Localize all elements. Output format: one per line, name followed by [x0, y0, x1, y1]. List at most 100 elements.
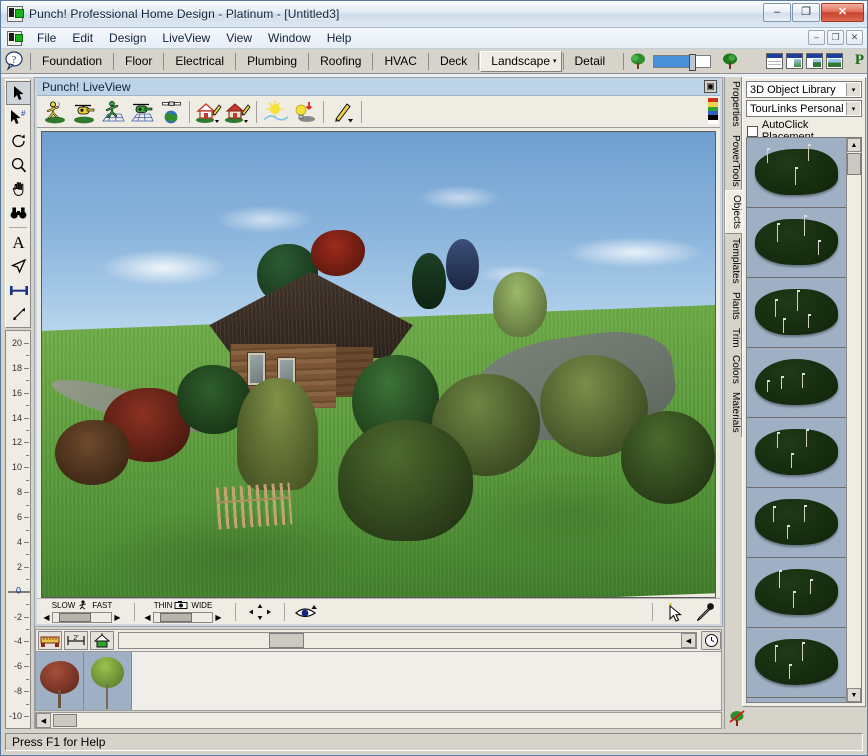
scroll-left-button[interactable]: ◀ — [36, 713, 51, 728]
clock-icon[interactable] — [701, 631, 721, 650]
select-arrow-tool[interactable] — [6, 81, 31, 105]
edit-exterior-icon[interactable] — [194, 98, 223, 126]
arrow-cursor-icon[interactable] — [660, 602, 690, 622]
golf-green-object-2[interactable] — [747, 208, 846, 278]
autoclick-checkbox[interactable] — [747, 125, 758, 137]
elevation-view-icon[interactable] — [806, 53, 823, 69]
rotate-tool[interactable] — [6, 129, 31, 153]
mdi-minimize-button[interactable]: – — [808, 30, 825, 45]
liveview-close-button[interactable]: ▣ — [704, 80, 717, 93]
dimension-tool[interactable] — [6, 278, 31, 302]
tab-plumbing[interactable]: Plumbing — [237, 51, 307, 72]
speed-decrease-button[interactable]: ◀ — [41, 612, 52, 624]
tab-foundation[interactable]: Foundation — [32, 51, 112, 72]
scroll-up-button[interactable]: ▲ — [847, 138, 861, 152]
menu-item-file[interactable]: File — [29, 29, 64, 47]
measure-tool[interactable] — [6, 302, 31, 326]
chevron-down-icon[interactable]: ▾ — [846, 83, 860, 96]
golf-green-object-1[interactable] — [747, 138, 846, 208]
sidebar-item-colors[interactable]: Colors — [725, 351, 742, 389]
ruler-measure-button[interactable] — [38, 631, 62, 650]
minimize-button[interactable]: – — [763, 3, 791, 22]
zoom-tool[interactable] — [6, 153, 31, 177]
speed-slider-thumb[interactable] — [59, 613, 91, 622]
menu-item-design[interactable]: Design — [101, 29, 154, 47]
sidebar-item-materials[interactable]: Materials — [725, 388, 742, 437]
slider-thumb[interactable] — [689, 53, 697, 71]
artificial-light-icon[interactable] — [290, 98, 319, 126]
sidebar-item-plants[interactable]: Plants — [725, 287, 742, 324]
menu-item-window[interactable]: Window — [260, 29, 319, 47]
pointer-flag-tool[interactable] — [6, 254, 31, 278]
walkthrough-icon[interactable] — [40, 98, 69, 126]
tab-landscape[interactable]: Landscape ▾ — [480, 50, 562, 72]
edit-interior-icon[interactable] — [223, 98, 252, 126]
text-tool[interactable]: A — [6, 230, 31, 254]
eye-view-icon[interactable] — [292, 604, 322, 620]
menu-item-edit[interactable]: Edit — [64, 29, 101, 47]
tab-detail[interactable]: Detail — [565, 51, 616, 72]
scrollbar-thumb[interactable] — [269, 633, 304, 648]
liveview-title-bar[interactable]: Punch! LiveView ▣ — [37, 78, 720, 96]
home-elevation-button[interactable] — [90, 631, 114, 650]
object-list-scrollbar[interactable]: ▲ ▼ — [846, 138, 861, 702]
vertical-ruler[interactable]: 20 18 16 14 12 10 8 6 4 2 0 -2 -4 -6 -8 -10 — [5, 330, 31, 729]
split-view-icon[interactable] — [786, 53, 803, 69]
four-way-pan-icon[interactable] — [243, 603, 277, 621]
width-increase-button[interactable]: ▶ — [213, 612, 224, 624]
pencil-edit-icon[interactable] — [328, 98, 357, 126]
plant-panel-scrollbar[interactable]: ◀ — [118, 632, 697, 649]
width-decrease-button[interactable]: ◀ — [142, 612, 153, 624]
binoculars-tool[interactable] — [6, 201, 31, 225]
plant-thumbnail-red-tree[interactable] — [36, 652, 84, 710]
satellite-view-icon[interactable] — [156, 98, 185, 126]
width-slider-thumb[interactable] — [160, 613, 192, 622]
plan-view-icon[interactable] — [766, 53, 783, 69]
tab-deck[interactable]: Deck — [430, 51, 477, 72]
3d-viewport[interactable] — [41, 131, 716, 598]
menu-item-liveview[interactable]: LiveView — [154, 29, 218, 47]
fly-on-grid-icon[interactable] — [127, 98, 156, 126]
tree-icon[interactable] — [721, 52, 739, 70]
menu-item-help[interactable]: Help — [319, 29, 360, 47]
select-grid-tool[interactable]: # — [6, 105, 31, 129]
golf-green-object-4[interactable] — [747, 348, 846, 418]
tree-icon[interactable] — [629, 52, 647, 70]
tab-hvac[interactable]: HVAC — [374, 51, 426, 72]
scroll-down-button[interactable]: ▼ — [847, 688, 861, 702]
library-select[interactable]: 3D Object Library ▾ — [746, 81, 862, 98]
golf-green-object-8[interactable] — [747, 628, 846, 698]
plant-list-horizontal-scrollbar[interactable]: ◀ — [35, 712, 722, 729]
width-slider[interactable] — [153, 612, 213, 623]
speed-increase-button[interactable]: ▶ — [112, 612, 123, 624]
tab-roofing[interactable]: Roofing — [310, 51, 371, 72]
landscape-size-slider[interactable] — [653, 53, 712, 71]
sidebar-item-trim[interactable]: Trim — [725, 323, 742, 352]
flyover-icon[interactable] — [69, 98, 98, 126]
tab-floor[interactable]: Floor — [115, 51, 162, 72]
sidebar-item-objects[interactable]: Objects — [725, 190, 742, 235]
sidebar-item-properties[interactable]: Properties — [725, 77, 742, 131]
dimension-2ft-button[interactable]: 2' — [64, 631, 88, 650]
walk-on-grid-icon[interactable] — [98, 98, 127, 126]
golf-green-object-5[interactable] — [747, 418, 846, 488]
maximize-button[interactable]: ❐ — [792, 3, 820, 22]
scroll-right-button[interactable]: ◀ — [681, 633, 696, 648]
eyedropper-icon[interactable] — [690, 602, 720, 622]
golf-green-object-7[interactable] — [747, 558, 846, 628]
pan-hand-tool[interactable] — [6, 177, 31, 201]
scrollbar-thumb[interactable] — [847, 153, 861, 175]
sunlight-icon[interactable] — [261, 98, 290, 126]
mdi-close-button[interactable]: ✕ — [846, 30, 863, 45]
close-button[interactable]: ✕ — [821, 3, 864, 22]
color-palette-strip[interactable] — [708, 98, 718, 124]
plant-thumbnail-green-tree[interactable] — [84, 652, 132, 710]
sidebar-item-powertools[interactable]: PowerTools — [725, 130, 742, 191]
mdi-restore-button[interactable]: ❐ — [827, 30, 844, 45]
sidebar-item-templates[interactable]: Templates — [725, 234, 742, 288]
help-question-icon[interactable]: ? — [3, 50, 25, 72]
delete-tree-icon[interactable] — [728, 709, 746, 727]
golf-green-object-6[interactable] — [747, 488, 846, 558]
golf-green-object-3[interactable] — [747, 278, 846, 348]
category-select[interactable]: TourLinks Personal ... ▾ — [746, 100, 862, 117]
